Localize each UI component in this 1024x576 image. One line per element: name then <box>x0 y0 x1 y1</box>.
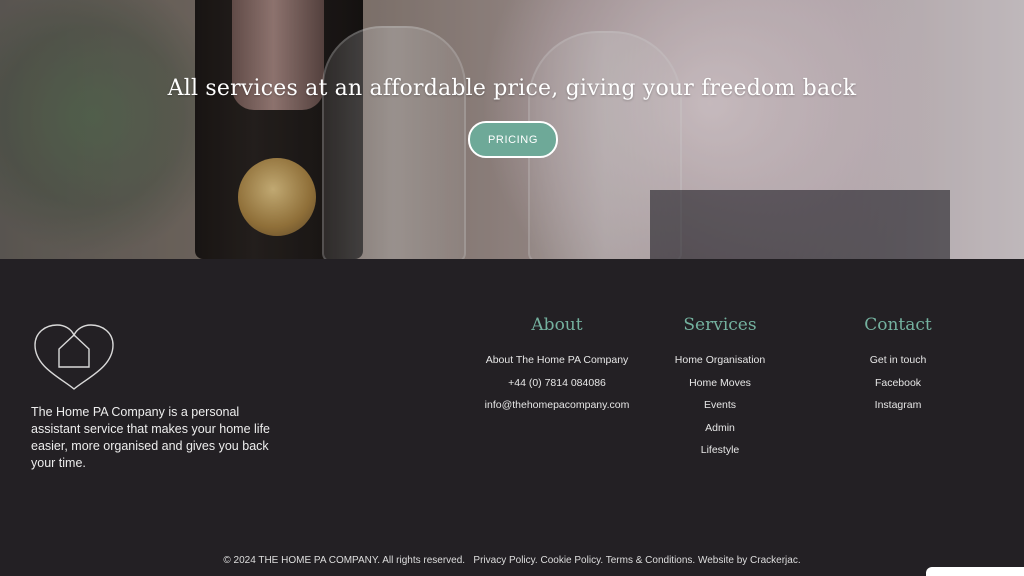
service-link[interactable]: Events <box>640 394 800 417</box>
terms-link[interactable]: Terms & Conditions. <box>606 555 695 566</box>
company-description: The Home PA Company is a personal assist… <box>31 405 270 470</box>
hero-section: All services at an affordable price, giv… <box>0 0 1024 259</box>
email-link[interactable]: info@thehomepacompany.com <box>462 394 652 417</box>
phone-link[interactable]: +44 (0) 7814 084086 <box>462 372 652 395</box>
about-heading: About <box>531 315 583 335</box>
services-heading: Services <box>683 315 757 335</box>
instagram-link[interactable]: Instagram <box>828 394 968 417</box>
contact-heading: Contact <box>864 315 932 335</box>
cookie-tab[interactable] <box>926 567 1024 576</box>
pricing-button[interactable]: PRICING <box>468 121 558 158</box>
privacy-policy-link[interactable]: Privacy Policy. <box>473 555 537 566</box>
footer-column-services: Services Home Organisation Home Moves Ev… <box>640 315 800 462</box>
copyright-bar: © 2024 THE HOME PA COMPANY. All rights r… <box>0 555 1024 566</box>
get-in-touch-link[interactable]: Get in touch <box>828 349 968 372</box>
copyright-text: © 2024 THE HOME PA COMPANY. All rights r… <box>223 555 466 566</box>
about-company-link[interactable]: About The Home PA Company <box>462 349 652 372</box>
cookie-policy-link[interactable]: Cookie Policy. <box>540 555 603 566</box>
site-footer: The Home PA Company is a personal assist… <box>0 259 1024 576</box>
service-link[interactable]: Home Moves <box>640 372 800 395</box>
website-credit-link[interactable]: Website by Crackerjac. <box>698 555 801 566</box>
service-link[interactable]: Home Organisation <box>640 349 800 372</box>
service-link[interactable]: Admin <box>640 417 800 440</box>
service-link[interactable]: Lifestyle <box>640 439 800 462</box>
footer-column-contact: Contact Get in touch Facebook Instagram <box>828 315 968 417</box>
facebook-link[interactable]: Facebook <box>828 372 968 395</box>
heart-house-logo-icon[interactable] <box>31 323 117 391</box>
footer-column-about: About About The Home PA Company +44 (0) … <box>462 315 652 417</box>
hero-title: All services at an affordable price, giv… <box>167 76 857 101</box>
